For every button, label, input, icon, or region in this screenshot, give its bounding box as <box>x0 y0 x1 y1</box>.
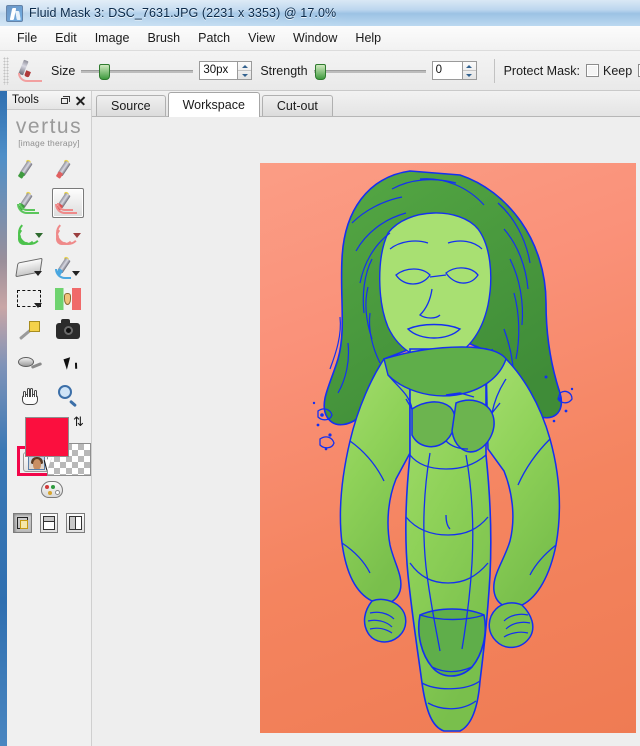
protect-keep-checkbox-group[interactable]: Keep <box>586 64 632 78</box>
keep-local-brush-tool[interactable] <box>14 188 46 218</box>
red-pen-wave-icon <box>55 190 81 214</box>
red-pen-icon <box>55 158 81 182</box>
blender-tool[interactable] <box>14 348 46 378</box>
keep-fill-tool[interactable] <box>14 220 46 250</box>
tab-cutout[interactable]: Cut-out <box>261 95 333 116</box>
arrow-pointer-icon <box>62 356 74 370</box>
menu-brush[interactable]: Brush <box>138 28 189 48</box>
vertus-tagline: [image therapy] <box>18 138 80 148</box>
snapshot-tool[interactable] <box>52 316 84 346</box>
menu-window[interactable]: Window <box>284 28 346 48</box>
size-slider[interactable] <box>81 63 194 80</box>
title-bar: Fluid Mask 3: DSC_7631.JPG (2231 x 3353)… <box>0 0 640 27</box>
protect-keep-checkbox[interactable] <box>586 64 600 77</box>
tool-grid <box>7 151 91 411</box>
brush-preview-icon <box>17 59 43 83</box>
workspace-image-canvas[interactable] <box>260 163 636 733</box>
protect-mask-label: Protect Mask: <box>503 63 581 78</box>
keep-brush-tool[interactable] <box>14 156 46 186</box>
delete-brush-tool[interactable] <box>52 156 84 186</box>
strength-label: Strength <box>260 63 308 78</box>
hand-icon <box>21 386 39 405</box>
magic-wand-icon <box>19 321 40 341</box>
blender-icon <box>18 355 43 371</box>
tab-source[interactable]: Source <box>96 95 166 116</box>
green-pen-icon <box>17 158 43 182</box>
pen-path-tool[interactable] <box>52 284 84 314</box>
chevron-down-icon[interactable] <box>72 271 80 276</box>
mask-overlay-graphic <box>312 170 574 732</box>
blend-brush-tool[interactable] <box>52 252 84 282</box>
fluid-mask-logo-icon <box>6 4 23 22</box>
green-rings-icon <box>17 221 43 246</box>
window-edge-strip <box>0 91 7 746</box>
green-pen-wave-icon <box>17 190 43 214</box>
strength-value[interactable]: 0 <box>431 61 462 80</box>
tools-panel-title: Tools <box>12 94 39 106</box>
foreground-color-swatch[interactable] <box>25 417 69 457</box>
camera-icon <box>56 319 80 339</box>
hand-tool[interactable] <box>14 380 46 410</box>
view-tabs: Source Workspace Cut-out <box>92 91 640 117</box>
size-decrement-icon[interactable] <box>238 71 251 79</box>
swap-colors-icon[interactable]: ⇅ <box>73 415 87 429</box>
restore-window-icon[interactable] <box>59 94 72 107</box>
menu-edit[interactable]: Edit <box>46 28 86 48</box>
menu-bar: File Edit Image Brush Patch View Window … <box>0 26 640 51</box>
menu-image[interactable]: Image <box>86 28 139 48</box>
color-palette-button[interactable] <box>41 481 63 498</box>
chevron-down-icon[interactable] <box>34 303 42 308</box>
red-rings-icon <box>55 221 81 246</box>
tab-workspace[interactable]: Workspace <box>167 92 260 117</box>
vertus-wordmark: vertus <box>15 115 83 138</box>
single-view-mode[interactable] <box>13 513 32 533</box>
window-title: Fluid Mask 3: DSC_7631.JPG (2231 x 3353)… <box>29 6 337 20</box>
toolbar-divider <box>493 58 495 83</box>
size-stepper[interactable]: 30px <box>199 61 253 80</box>
zoom-tool[interactable] <box>52 380 84 410</box>
magnifier-icon <box>58 385 78 408</box>
menu-file[interactable]: File <box>8 28 46 48</box>
delete-fill-tool[interactable] <box>52 220 84 250</box>
size-label: Size <box>51 63 76 78</box>
size-slider-knob[interactable] <box>99 63 111 80</box>
strength-slider[interactable] <box>313 63 426 80</box>
menu-patch[interactable]: Patch <box>189 28 239 48</box>
select-tool[interactable] <box>52 348 84 378</box>
toolbar-drag-handle[interactable] <box>3 56 9 85</box>
horizontal-split-view-mode[interactable] <box>39 513 59 533</box>
workspace-canvas-area[interactable] <box>92 117 640 746</box>
marquee-tool[interactable] <box>14 284 46 314</box>
strength-decrement-icon[interactable] <box>463 71 476 79</box>
size-value[interactable]: 30px <box>199 61 238 80</box>
menu-view[interactable]: View <box>239 28 284 48</box>
size-increment-icon[interactable] <box>238 62 252 71</box>
magic-wand-tool[interactable] <box>14 316 46 346</box>
tools-panel: Tools vertus [image therapy] ⇅ <box>7 91 92 746</box>
view-mode-group <box>13 513 86 533</box>
close-icon[interactable] <box>74 94 87 107</box>
chevron-down-icon[interactable] <box>34 271 42 276</box>
options-toolbar: Size 30px Strength 0 Protect Mask: Keep … <box>0 51 640 91</box>
strength-stepper[interactable]: 0 <box>431 61 477 80</box>
pen-path-icon <box>55 288 81 310</box>
strength-increment-icon[interactable] <box>462 62 476 71</box>
vertical-split-view-mode[interactable] <box>66 513 86 533</box>
tools-panel-header: Tools <box>7 91 91 110</box>
eraser-tool[interactable] <box>14 252 46 282</box>
vertus-logo: vertus [image therapy] <box>7 110 91 151</box>
delete-local-brush-tool[interactable] <box>52 188 84 218</box>
protect-keep-label: Keep <box>603 63 633 78</box>
menu-help[interactable]: Help <box>346 28 390 48</box>
strength-slider-knob[interactable] <box>314 63 326 80</box>
fluid-mask-window: Fluid Mask 3: DSC_7631.JPG (2231 x 3353)… <box>0 0 640 746</box>
